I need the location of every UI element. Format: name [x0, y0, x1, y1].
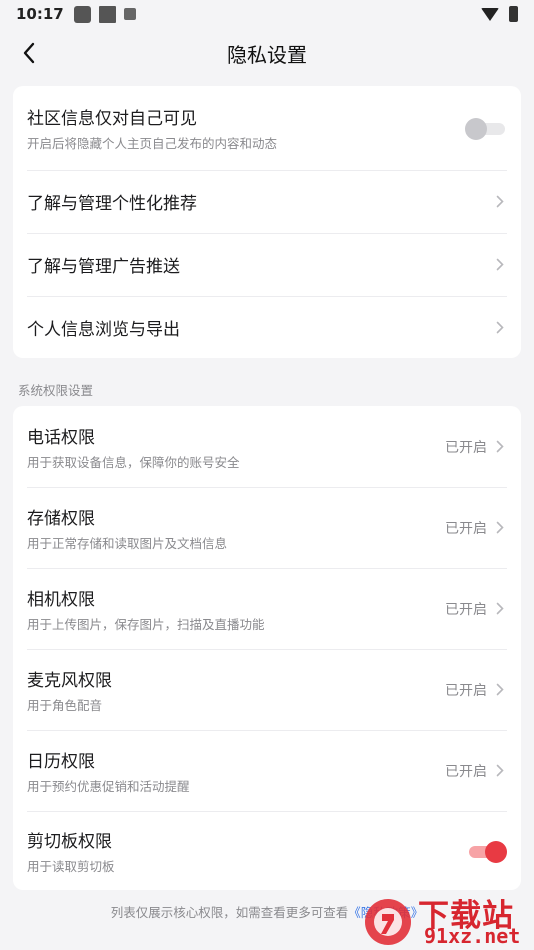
chevron-right-icon	[493, 602, 507, 616]
status-time: 10:17	[16, 5, 64, 23]
back-arrow-icon	[23, 42, 35, 64]
wifi-icon	[481, 7, 499, 21]
row-microphone-permission[interactable]: 麦克风权限 用于角色配音 已开启	[13, 649, 521, 730]
status-bar: 10:17	[0, 0, 534, 28]
row-title: 了解与管理广告推送	[27, 257, 180, 277]
row-title: 电话权限	[27, 427, 95, 448]
row-camera-permission[interactable]: 相机权限 用于上传图片，保存图片，扫描及直播功能 已开启	[13, 568, 521, 649]
section-label-system-permissions: 系统权限设置	[18, 383, 94, 398]
permission-status: 已开启	[445, 520, 487, 537]
row-title: 了解与管理个性化推荐	[27, 194, 197, 214]
chevron-right-icon	[493, 683, 507, 697]
row-calendar-permission[interactable]: 日历权限 用于预约优惠促销和活动提醒 已开启	[13, 730, 521, 811]
permissions-card: 电话权限 用于获取设备信息，保障你的账号安全 已开启 存储权限 用于正常存储和读…	[13, 406, 521, 890]
permission-status: 已开启	[445, 682, 487, 699]
footer-text: 列表仅展示核心权限，如需查看更多可查看	[110, 905, 349, 920]
row-title: 相机权限	[27, 589, 95, 610]
permission-status: 已开启	[445, 763, 487, 780]
row-subtitle: 用于读取剪切板	[27, 858, 115, 874]
privacy-card: 社区信息仅对自己可见 开启后将隐藏个人主页自己发布的内容和动态 了解与管理个性化…	[13, 86, 521, 358]
row-subtitle: 用于正常存储和读取图片及文档信息	[27, 535, 228, 551]
row-title: 社区信息仅对自己可见	[27, 109, 197, 129]
row-subtitle: 用于获取设备信息，保障你的账号安全	[27, 454, 240, 470]
row-phone-permission[interactable]: 电话权限 用于获取设备信息，保障你的账号安全 已开启	[13, 406, 521, 487]
row-title: 个人信息浏览与导出	[27, 319, 180, 340]
chevron-right-icon	[493, 195, 507, 209]
page-title: 隐私设置	[227, 42, 307, 67]
back-button[interactable]	[14, 38, 44, 68]
notification-icon-3	[123, 8, 136, 20]
watermark-logo-icon	[365, 899, 411, 945]
notification-icon-2	[98, 5, 116, 23]
notification-icon	[73, 5, 91, 23]
chevron-right-icon	[493, 764, 507, 778]
row-clipboard-permission: 剪切板权限 用于读取剪切板	[13, 811, 521, 890]
toggle-knob	[465, 118, 487, 140]
row-subtitle: 用于角色配音	[27, 697, 103, 713]
chevron-right-icon	[493, 320, 507, 334]
chevron-right-icon	[493, 440, 507, 454]
chevron-right-icon	[493, 521, 507, 535]
row-personalized-recommendation[interactable]: 了解与管理个性化推荐	[13, 170, 521, 233]
chevron-right-icon	[493, 258, 507, 272]
row-title: 日历权限	[27, 751, 95, 772]
row-title: 麦克风权限	[27, 670, 112, 691]
status-right	[481, 6, 518, 22]
row-ad-push[interactable]: 了解与管理广告推送	[13, 233, 521, 296]
row-personal-info-export[interactable]: 个人信息浏览与导出	[13, 296, 521, 358]
toggle-knob	[485, 840, 507, 863]
row-title: 剪切板权限	[27, 831, 112, 852]
row-subtitle: 用于上传图片，保存图片，扫描及直播功能	[27, 616, 265, 632]
watermark-url: 91xz.net	[424, 924, 521, 948]
row-title: 存储权限	[27, 508, 95, 529]
row-subtitle: 用于预约优惠促销和活动提醒	[27, 778, 190, 794]
permission-status: 已开启	[445, 601, 487, 618]
row-community-visibility: 社区信息仅对自己可见 开启后将隐藏个人主页自己发布的内容和动态	[13, 86, 521, 170]
site-watermark: 下载站 91xz.net	[362, 890, 532, 950]
battery-icon	[509, 6, 518, 22]
row-storage-permission[interactable]: 存储权限 用于正常存储和读取图片及文档信息 已开启	[13, 487, 521, 568]
community-visibility-toggle[interactable]	[465, 117, 507, 140]
clipboard-permission-toggle[interactable]	[465, 840, 507, 863]
header: 隐私设置	[0, 30, 534, 76]
row-subtitle: 开启后将隐藏个人主页自己发布的内容和动态	[27, 136, 278, 151]
permission-status: 已开启	[445, 439, 487, 456]
